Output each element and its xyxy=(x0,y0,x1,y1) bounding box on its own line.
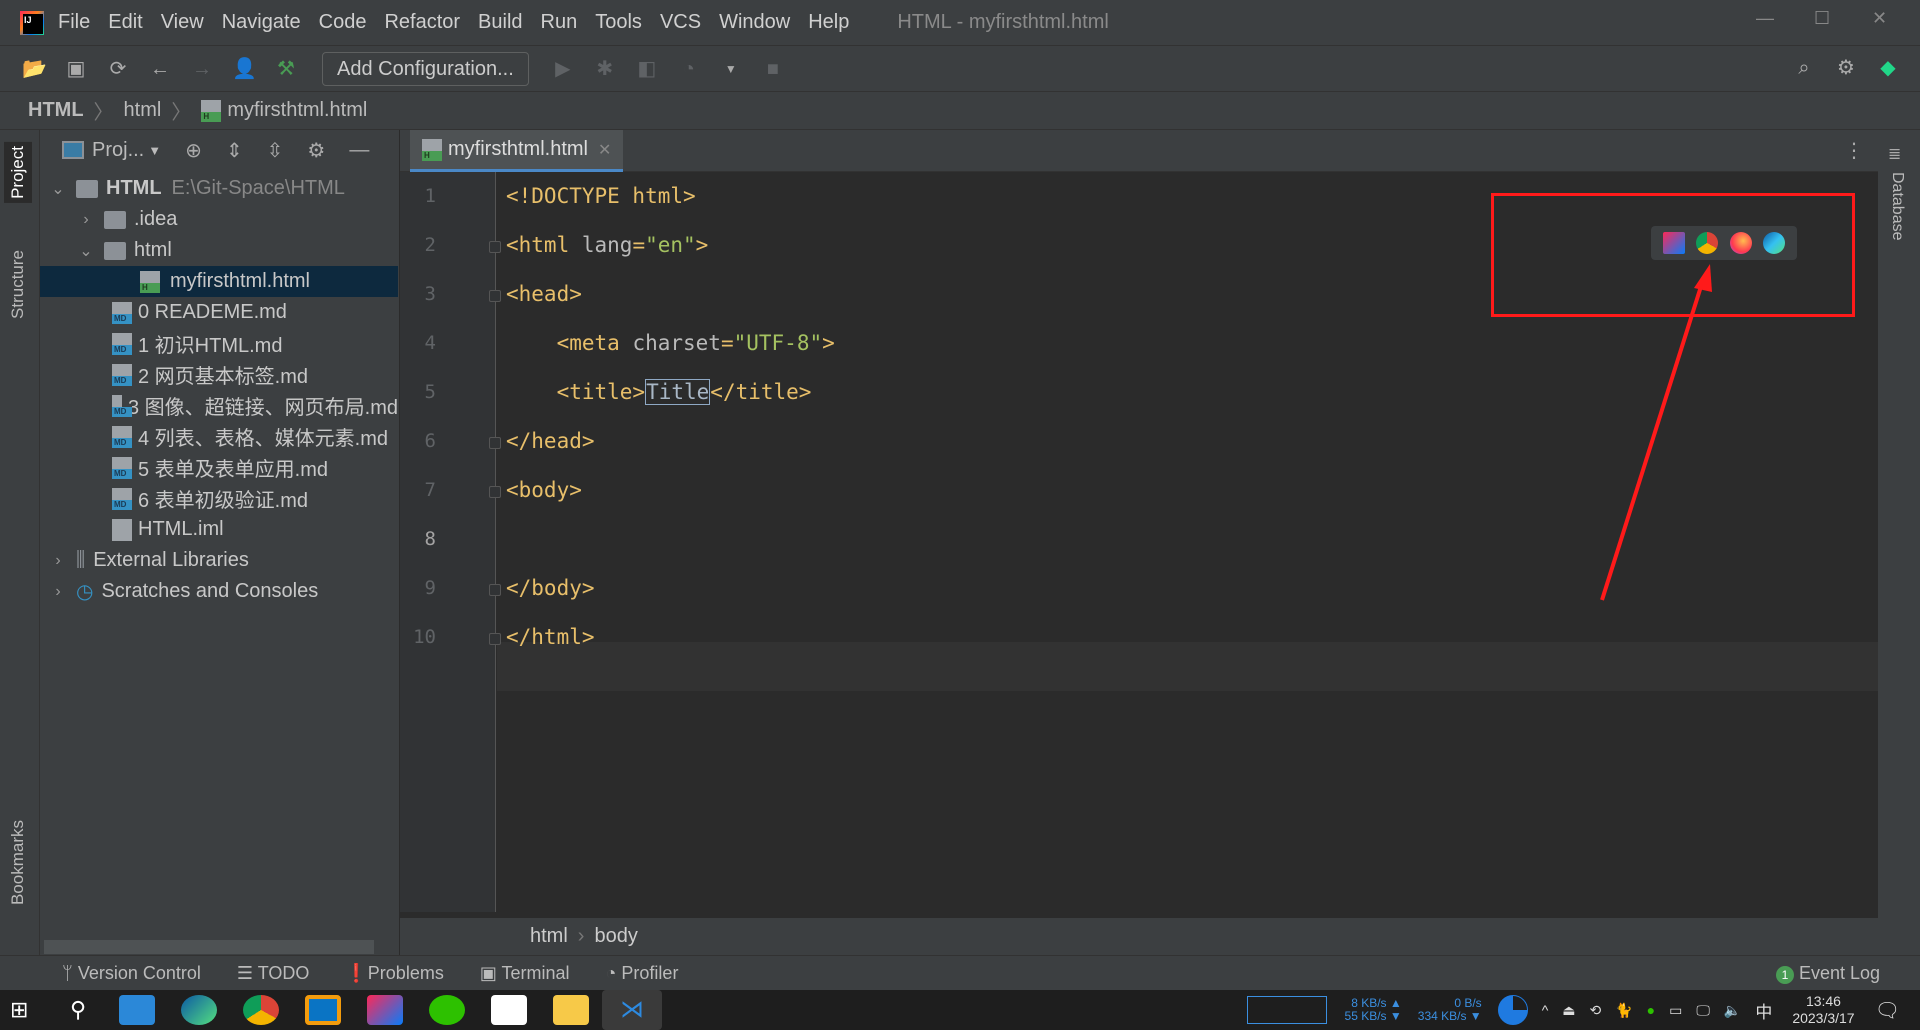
network-speed-2: 0 B/s 334 KB/s ▼ xyxy=(1418,997,1482,1023)
battery-icon[interactable]: ▭ xyxy=(1669,1002,1682,1019)
profiler-icon: ◔ xyxy=(605,962,622,983)
tab-label: Profiler xyxy=(621,962,679,983)
system-tray: 8 KB/s ▲ 55 KB/s ▼ 0 B/s 334 KB/s ▼ ^ ⏏ ⟲ … xyxy=(1246,990,1920,1030)
wechat-tray-icon[interactable]: ● xyxy=(1647,1002,1655,1018)
file-explorer-app-icon[interactable] xyxy=(553,995,589,1025)
annotation-red-arrow xyxy=(1600,264,1712,601)
database-icon: ≣ xyxy=(1888,146,1902,163)
search-icon[interactable]: ⚲ xyxy=(70,997,106,1023)
terminal-icon: ▣ xyxy=(479,962,502,983)
performance-meter xyxy=(1246,996,1327,1024)
database-tool-tab[interactable]: Database xyxy=(1888,172,1906,241)
windows-taskbar: ⊞ ⚲ ⋊ 8 KB/s ▲ 55 KB/s ▼ 0 B/s 334 KB/s ▼ … xyxy=(0,990,1920,1030)
windows-start-icon[interactable]: ⊞ xyxy=(10,997,46,1023)
date: 2023/3/17 xyxy=(1792,1010,1855,1026)
tab-label: Event Log xyxy=(1798,963,1880,983)
tab-label: Version Control xyxy=(77,962,201,983)
download-speed: 55 KB/s ▼ xyxy=(1344,1009,1402,1023)
list-icon: ☰ xyxy=(236,962,258,983)
branch-icon: ᛘ xyxy=(62,962,78,983)
download-speed: 334 KB/s ▼ xyxy=(1417,1009,1482,1023)
wechat-app-icon[interactable] xyxy=(429,995,465,1025)
usb-icon[interactable]: ⏏ xyxy=(1562,1002,1575,1019)
right-tool-strip: ≣ Database xyxy=(1878,130,1920,955)
network-speed: 8 KB/s ▲ 55 KB/s ▼ xyxy=(1345,997,1402,1023)
event-log-tab[interactable]: 1 Event Log xyxy=(1775,963,1880,984)
usage-pie-icon[interactable] xyxy=(1497,995,1528,1025)
event-log-badge: 1 xyxy=(1775,966,1794,984)
bottom-tool-bar: ᛘ Version Control ☰ TODO ❗Problems ▣ Ter… xyxy=(0,955,1920,990)
input-method-indicator[interactable]: 中 xyxy=(1755,998,1772,1023)
mail-app-icon[interactable] xyxy=(119,995,155,1025)
show-hidden-icons[interactable]: ^ xyxy=(1542,1002,1549,1018)
edge-app-icon[interactable] xyxy=(181,995,217,1025)
baidu-netdisk-app-icon[interactable] xyxy=(491,995,527,1025)
intellij-app-icon[interactable] xyxy=(367,995,403,1025)
version-control-tab[interactable]: ᛘ Version Control xyxy=(62,963,201,984)
tab-label: Terminal xyxy=(501,962,570,983)
terminal-tab[interactable]: ▣ Terminal xyxy=(480,963,570,984)
clock[interactable]: 13:46 2023/3/17 xyxy=(1792,993,1854,1027)
notifications-icon[interactable]: 🗨 xyxy=(1875,998,1900,1023)
todo-tab[interactable]: ☰ TODO xyxy=(237,963,309,984)
vscode-app-icon[interactable]: ⋊ xyxy=(602,990,662,1030)
chrome-app-icon[interactable] xyxy=(243,995,279,1025)
tab-label: TODO xyxy=(257,962,310,983)
profiler-tab[interactable]: ◔ Profiler xyxy=(606,963,679,984)
sync-tray-icon[interactable]: ⟲ xyxy=(1590,1002,1602,1019)
tab-label: Problems xyxy=(367,962,444,983)
cat-app-icon[interactable]: 🐈 xyxy=(1615,1002,1632,1019)
problems-tab[interactable]: ❗Problems xyxy=(345,963,443,984)
app-icon[interactable] xyxy=(305,995,341,1025)
network-icon[interactable]: 🖵 xyxy=(1696,1002,1710,1019)
problems-icon: ❗ xyxy=(345,962,368,983)
volume-icon[interactable]: 🔈 xyxy=(1724,1002,1741,1019)
time: 13:46 xyxy=(1805,993,1841,1009)
